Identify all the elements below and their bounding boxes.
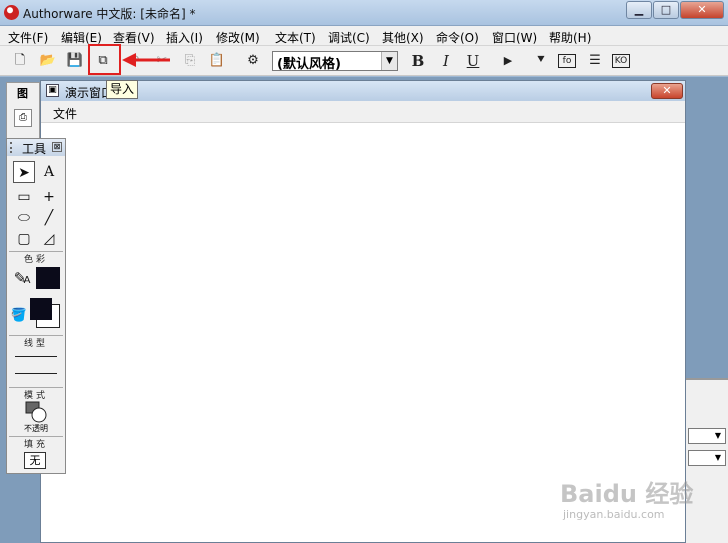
italic-button[interactable]: I [436,51,456,71]
menu-debug[interactable]: 调试(C) [328,29,370,46]
line-type-section-label: 线型 [9,335,63,349]
text-tool-icon[interactable]: A [38,161,60,183]
icon-palette-title: 图 [17,87,28,100]
text-color-icon: A [23,275,31,286]
bold-button[interactable]: B [408,51,428,71]
menu-bar: 文件(F) 编辑(E) 查看(V) 插入(I) 修改(M) 文本(T) 调试(C… [0,26,728,46]
chevron-down-icon[interactable]: ▼ [712,429,724,443]
line-style-option[interactable] [15,373,57,374]
new-file-icon[interactable]: 🗋 [10,51,30,71]
presentation-close-button[interactable]: ✕ [651,83,683,99]
find-icon[interactable]: ⚙ [243,51,263,71]
maximize-button[interactable]: □ [653,1,679,19]
tools-title-bar[interactable]: 工具 ⊠ [7,139,65,156]
tools-title: 工具 [22,142,47,156]
fill-section-label: 填充 [9,436,63,450]
chevron-down-icon[interactable]: ▼ [381,52,397,70]
app-icon [4,5,19,20]
knowledge-objects-button[interactable]: KO [612,54,630,68]
straight-line-tool-icon[interactable]: + [38,186,60,208]
properties-dropdown[interactable]: ▼ [688,428,726,444]
underline-button[interactable]: U [463,51,483,71]
import-highlight-box [88,44,121,75]
line-style-thin[interactable] [15,356,57,357]
menu-help[interactable]: 帮助(H) [549,29,591,46]
polygon-tool-icon[interactable]: ◿ [38,228,60,250]
save-all-icon[interactable]: 💾 [65,51,85,71]
opaque-mode-icon[interactable] [25,401,47,423]
menu-window[interactable]: 窗口(W) [492,29,537,46]
mode-value: 不透明 [24,424,48,433]
menu-other[interactable]: 其他(X) [382,29,424,46]
menu-command[interactable]: 命令(O) [436,29,479,46]
copy-icon[interactable]: ⎘ [180,51,200,71]
minimize-button[interactable]: ▁ [626,1,652,19]
window-title: Authorware 中文版: [未命名] * [23,7,196,21]
menu-insert[interactable]: 插入(I) [166,29,203,46]
rectangle-tool-icon[interactable]: ▭ [13,186,35,208]
icon-palette: 图 ⎙ [6,82,40,142]
menu-file[interactable]: 文件(F) [8,29,48,46]
close-icon[interactable]: ⊠ [52,142,62,152]
menu-text[interactable]: 文本(T) [275,29,316,46]
variables-icon[interactable]: ☰ [585,51,605,71]
pointer-tool-icon[interactable]: ➤ [13,161,35,183]
color-section-label: 色彩 [9,251,63,265]
function-button[interactable]: fo [558,54,576,68]
run-icon[interactable]: ▶ [498,51,518,71]
properties-dropdown[interactable]: ▼ [688,450,726,466]
watermark-url: jingyan.baidu.com [563,508,665,521]
fill-pattern-button[interactable]: 无 [24,452,46,469]
watermark-logo: Baidu 经验 [560,480,694,508]
watermark: Baidu 经验 jingyan.baidu.com [560,470,720,530]
paste-icon[interactable]: 📋 [207,51,227,71]
line-color-swatch[interactable] [36,267,60,289]
open-folder-icon[interactable]: 📂 [38,51,58,71]
mode-section-label: 模式 [9,387,63,401]
close-button[interactable]: ✕ [680,1,724,19]
annotation-arrow-icon [122,53,170,67]
fill-bucket-icon[interactable]: 🪣 [8,305,30,327]
foreground-color-swatch[interactable] [30,298,52,320]
control-panel-icon[interactable]: ⯆ [531,51,551,71]
ellipse-tool-icon[interactable]: ⬭ [13,207,35,229]
presentation-menu-bar: 文件 [41,101,685,123]
display-icon[interactable]: ⎙ [14,109,32,127]
chevron-down-icon[interactable]: ▼ [712,451,724,465]
text-style-value: (默认风格) [277,57,341,72]
tools-palette: 工具 ⊠ ➤ A ▭ + ⬭ ╱ ▢ ◿ 色彩 ✎ A 🪣 线型 模式 不透明 … [6,138,66,474]
presentation-window-icon: ▣ [46,84,59,97]
presentation-menu-file[interactable]: 文件 [53,105,77,122]
import-tooltip: 导入 [106,80,139,99]
title-bar: Authorware 中文版: [未命名] * ▁ □ ✕ [0,0,728,26]
grip-icon[interactable] [10,142,16,153]
menu-modify[interactable]: 修改(M) [216,29,260,46]
text-style-select[interactable]: (默认风格) ▼ [272,51,398,72]
diagonal-line-tool-icon[interactable]: ╱ [38,207,60,229]
rounded-rectangle-tool-icon[interactable]: ▢ [13,228,35,250]
